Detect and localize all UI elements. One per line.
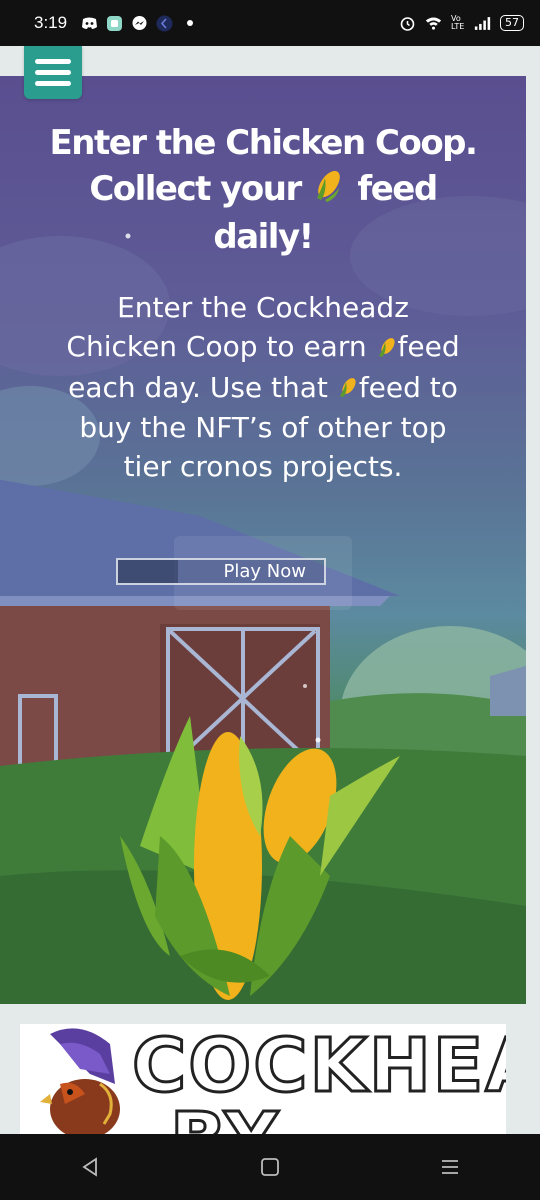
hero-section: Enter the Chicken Coop. Collect your fee… (0, 76, 526, 1004)
signal-icon (474, 15, 491, 32)
corn-icon (311, 168, 347, 214)
status-time: 3:19 (34, 13, 68, 32)
home-button[interactable] (240, 1147, 300, 1187)
status-bar: 3:19 Vo LTE 57 (0, 0, 540, 46)
hero-desc-text: each day. Use that (68, 370, 328, 404)
hero-title: Enter the Chicken Coop. Collect your fee… (30, 120, 496, 260)
back-button[interactable] (60, 1147, 120, 1187)
home-square-icon (261, 1158, 279, 1176)
play-now-button[interactable]: Play Now (116, 558, 326, 585)
corn-icon (337, 369, 359, 408)
hero-title-line: Enter the Chicken Coop. (49, 123, 478, 163)
rooster-logo-icon (40, 1028, 120, 1134)
browser-icon (156, 15, 173, 32)
banner-title-line1: COCKHEADZ (131, 1024, 506, 1109)
hero-desc-line: Enter the Cockheadz (117, 291, 409, 324)
notification-icons (81, 15, 198, 32)
hamburger-menu-button[interactable] (24, 46, 82, 99)
hero-desc-text: feed to (358, 370, 458, 404)
web-page: Enter the Chicken Coop. Collect your fee… (0, 46, 540, 1134)
hero-desc-line: each day. Use that feed to (30, 368, 496, 409)
menu-bar-icon (35, 81, 71, 86)
messenger-icon (131, 15, 148, 32)
menu-bar-icon (35, 59, 71, 64)
hero-desc-line: tier cronos projects. (123, 450, 403, 483)
back-triangle-icon (82, 1157, 97, 1177)
recents-menu-icon (442, 1160, 458, 1174)
app-icon (106, 15, 123, 32)
menu-bar-icon (35, 70, 71, 75)
hero-title-line: Collect your feed (30, 166, 496, 214)
discord-icon (81, 15, 98, 32)
hero-title-text: feed (357, 169, 438, 209)
hero-title-text: Collect your (89, 169, 302, 209)
system-status: Vo LTE 57 (399, 15, 524, 32)
hero-desc-text: feed (397, 330, 460, 363)
banner-title-line2: BY DESIGN (169, 1101, 506, 1135)
alarm-icon (399, 15, 416, 32)
play-now-label: Play Now (223, 561, 306, 582)
system-navigation-bar (0, 1134, 540, 1200)
hero-title-line: daily! (213, 216, 314, 257)
battery-icon: 57 (500, 15, 524, 31)
recents-button[interactable] (420, 1147, 480, 1187)
dot-icon (181, 15, 198, 32)
hero-description: Enter the Cockheadz Chicken Coop to earn… (30, 288, 496, 486)
hero-desc-line: Chicken Coop to earn feed (30, 327, 496, 368)
cockheadz-banner: COCKHEADZ BY DESIGN (20, 1024, 506, 1134)
hero-desc-line: buy the NFT’s of other top (79, 411, 447, 444)
corn-icon (376, 329, 398, 368)
network-label: Vo LTE (451, 14, 465, 31)
hero-desc-text: Chicken Coop to earn (66, 330, 367, 363)
wifi-icon (425, 15, 442, 32)
